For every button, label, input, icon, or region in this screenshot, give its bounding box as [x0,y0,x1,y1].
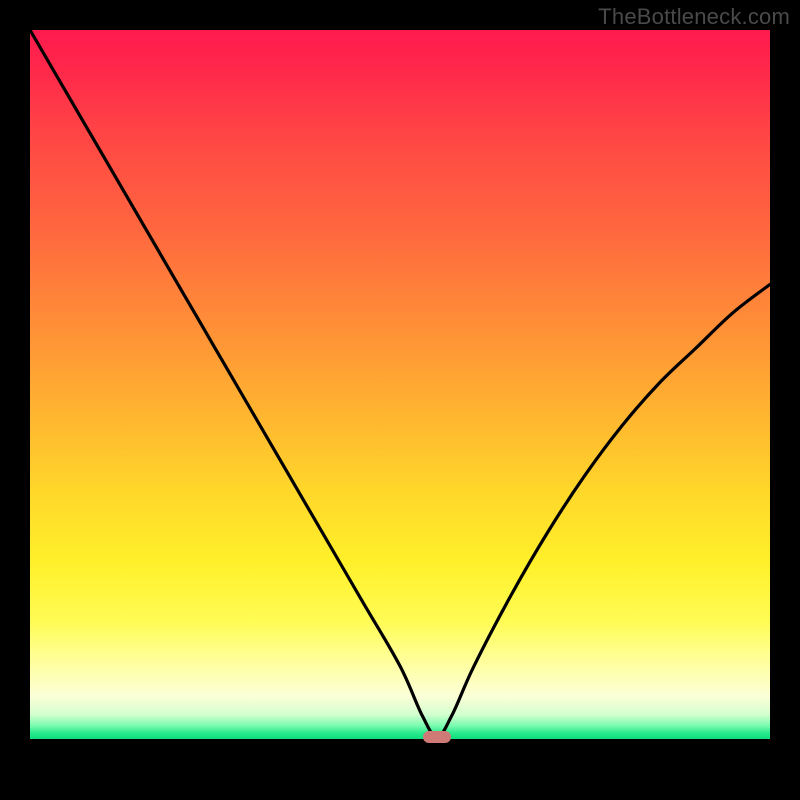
chart-frame: TheBottleneck.com [0,0,800,800]
optimal-point-marker [423,731,451,743]
bottleneck-curve [30,30,770,770]
watermark-text: TheBottleneck.com [598,4,790,30]
plot-area [30,30,770,770]
